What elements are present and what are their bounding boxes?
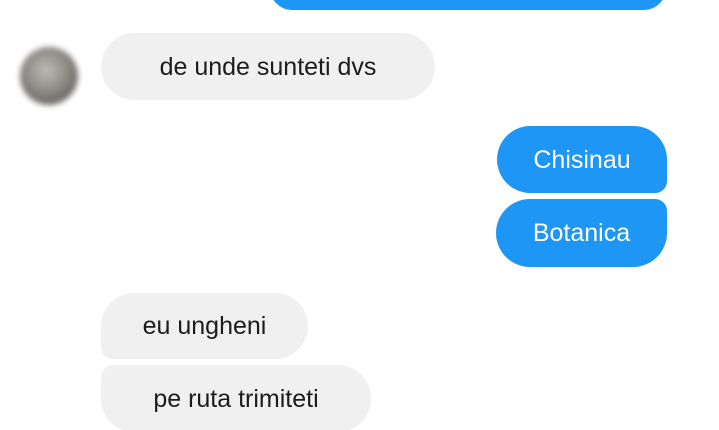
message-bubble-outgoing[interactable]: Botanica <box>496 199 667 267</box>
contact-avatar[interactable] <box>20 47 78 105</box>
message-bubble-incoming[interactable]: de unde sunteti dvs <box>101 33 435 100</box>
message-bubble-outgoing[interactable]: Chisinau <box>497 126 667 193</box>
message-bubble-outgoing[interactable] <box>270 0 666 10</box>
chat-thread: de unde sunteti dvs Chisinau Botanica eu… <box>0 0 719 430</box>
message-bubble-incoming[interactable]: eu ungheni <box>101 293 308 359</box>
message-bubble-incoming[interactable]: pe ruta trimiteti <box>101 365 371 430</box>
